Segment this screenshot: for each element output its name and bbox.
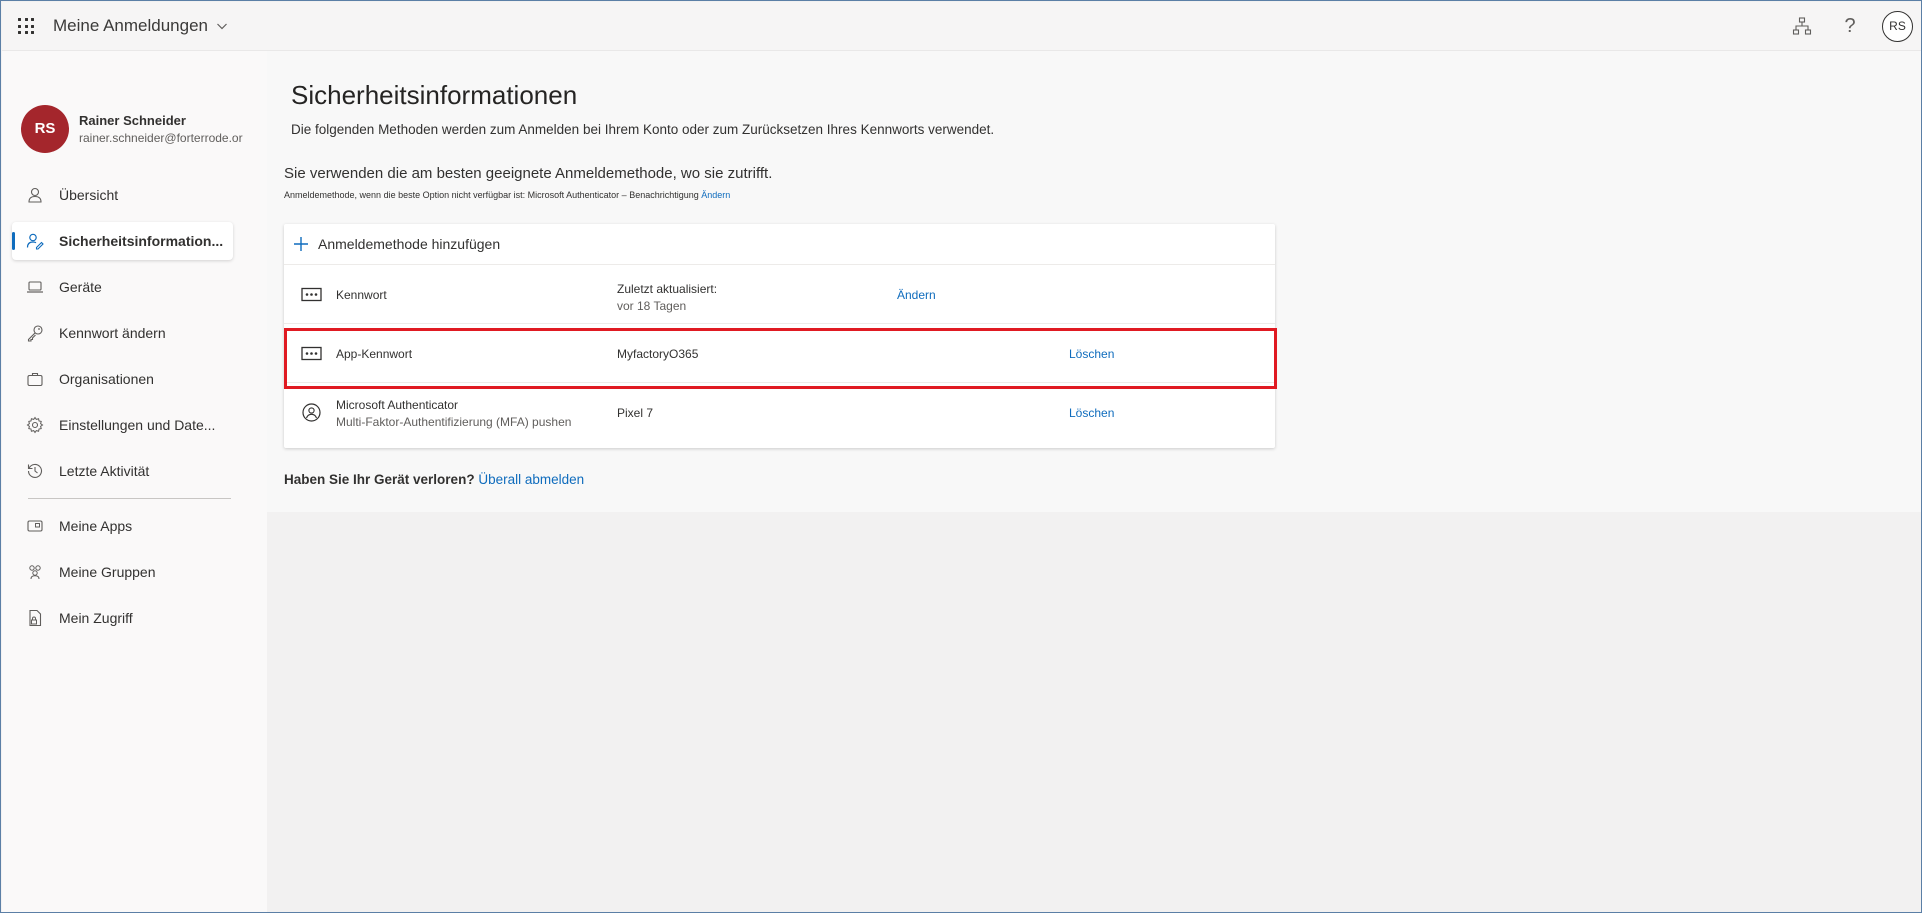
method-row-app-password: App-Kennwort MyfactoryO365 Löschen [284,324,1275,383]
plus-icon [294,237,308,251]
sidebar-item-label: Meine Gruppen [59,564,156,580]
page-subtitle: Die folgenden Methoden werden zum Anmeld… [291,122,995,137]
security-info-icon [26,233,44,250]
lost-device-section: Haben Sie Ihr Gerät verloren? Überall ab… [284,472,584,487]
person-icon [28,187,42,203]
main-content: Sicherheitsinformationen Die folgenden M… [267,51,1921,512]
method-name: Microsoft Authenticator Multi-Faktor-Aut… [336,398,571,429]
sidebar-item-label: Geräte [59,279,102,295]
password-dots-icon [301,287,322,302]
add-method-button[interactable]: Anmeldemethode hinzufügen [284,224,1275,265]
sidebar-item-my-access[interactable]: Mein Zugriff [12,599,233,637]
sidebar-item-my-apps[interactable]: Meine Apps [12,507,233,545]
default-method-text: Sie verwenden die am besten geeignete An… [284,165,773,182]
sidebar-item-label: Einstellungen und Date... [59,417,216,433]
window-frame: Meine Anmeldungen ? RS RS Rainer Schneid… [0,0,1922,913]
method-detail: Zuletzt aktualisiert: vor 18 Tagen [617,282,717,313]
help-icon[interactable]: ? [1839,15,1861,37]
methods-card: Anmeldemethode hinzufügen Kennwort Zulet… [284,224,1275,448]
apps-icon [27,520,43,532]
sidebar-item-devices[interactable]: Geräte [12,268,233,306]
sidebar-divider [28,498,231,499]
sidebar-item-label: Meine Apps [59,518,133,534]
method-detail: Pixel 7 [617,406,654,420]
sidebar-item-security-info[interactable]: Sicherheitsinformation... [12,222,233,260]
password-dots-icon [301,346,322,361]
top-bar: Meine Anmeldungen ? RS [2,2,1921,51]
sidebar-item-change-password[interactable]: Kennwort ändern [12,314,233,352]
method-detail-sub: vor 18 Tagen [617,299,687,313]
authenticator-icon [302,403,321,422]
sidebar-item-label: Übersicht [59,187,119,203]
sidebar-item-my-groups[interactable]: Meine Gruppen [12,553,233,591]
sidebar-nav: Übersicht Sicherheitsinformation... Gerä… [12,176,233,645]
method-name: App-Kennwort [336,347,413,361]
account-avatar[interactable]: RS [1882,11,1913,42]
change-default-method-link[interactable]: Ändern [701,190,730,200]
default-method-info: Anmeldemethode, wenn die beste Option ni… [284,190,730,200]
laptop-icon [27,281,43,293]
method-row-password: Kennwort Zuletzt aktualisiert: vor 18 Ta… [284,265,1275,324]
gear-icon [26,416,44,434]
sidebar-item-label: Kennwort ändern [59,325,166,341]
user-profile: RS Rainer Schneider rainer.schneider@for… [21,105,249,153]
groups-icon [29,565,41,580]
method-name-label: Microsoft Authenticator [336,398,459,412]
sidebar-item-label: Sicherheitsinformation... [59,233,224,249]
default-method-small: Anmeldemethode, wenn die beste Option ni… [284,190,699,200]
method-name-sub: Multi-Faktor-Authentifizierung (MFA) pus… [336,415,572,429]
method-row-authenticator: Microsoft Authenticator Multi-Faktor-Aut… [284,383,1275,442]
sidebar-item-overview[interactable]: Übersicht [12,176,233,214]
history-icon [27,463,43,478]
app-launcher-icon[interactable] [18,18,34,34]
briefcase-icon [27,372,43,387]
user-email: rainer.schneider@forterrode.or [79,131,243,145]
sign-out-everywhere-link[interactable]: Überall abmelden [478,472,584,487]
access-icon [29,609,42,627]
sidebar-item-settings[interactable]: Einstellungen und Date... [12,406,233,444]
app-title: Meine Anmeldungen [53,16,209,35]
sidebar: RS Rainer Schneider rainer.schneider@for… [2,51,267,912]
method-detail-label: Zuletzt aktualisiert: [617,282,718,296]
sidebar-item-label: Organisationen [59,371,154,387]
user-name: Rainer Schneider [79,113,186,128]
delete-app-password-link[interactable]: Löschen [1069,347,1114,361]
add-method-label: Anmeldemethode hinzufügen [318,236,501,252]
sidebar-item-label: Mein Zugriff [59,610,133,626]
sidebar-item-recent-activity[interactable]: Letzte Aktivität [12,452,233,490]
sidebar-item-organizations[interactable]: Organisationen [12,360,233,398]
key-icon [27,325,43,342]
delete-authenticator-link[interactable]: Löschen [1069,406,1114,420]
organization-icon[interactable] [1791,15,1813,37]
chevron-down-icon [217,23,227,30]
change-password-link[interactable]: Ändern [897,288,936,302]
lost-device-question: Haben Sie Ihr Gerät verloren? [284,472,475,487]
sidebar-item-label: Letzte Aktivität [59,463,150,479]
avatar: RS [21,105,69,153]
page-title: Sicherheitsinformationen [291,80,578,110]
method-name: Kennwort [336,288,387,302]
method-detail: MyfactoryO365 [617,347,699,361]
app-title-dropdown[interactable]: Meine Anmeldungen [53,16,228,36]
